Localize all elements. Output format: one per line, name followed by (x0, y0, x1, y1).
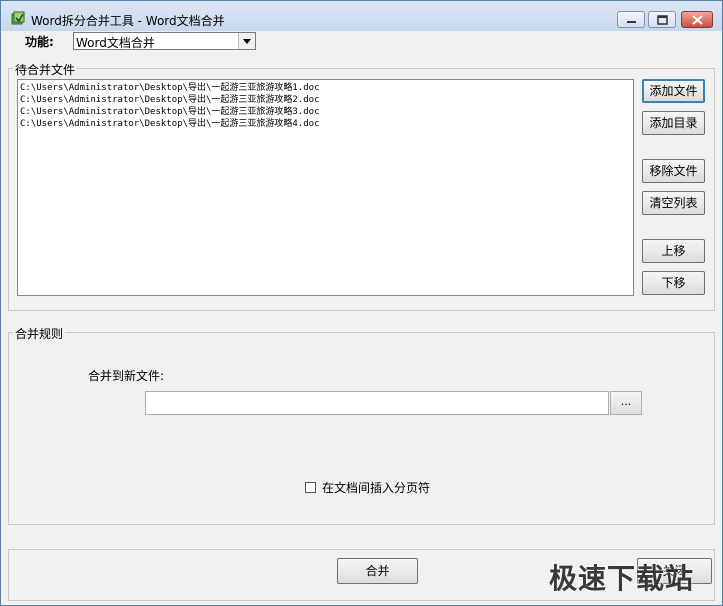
close-icon (692, 15, 703, 25)
page-break-label[interactable]: 在文档间插入分页符 (322, 479, 430, 496)
title-bar[interactable]: Word拆分合并工具 - Word文档合并 (1, 1, 722, 31)
merge-button[interactable]: 合并 (337, 558, 418, 584)
function-select[interactable]: Word文档合并 (73, 32, 256, 50)
move-up-button[interactable]: 上移 (642, 239, 705, 263)
list-item[interactable]: C:\Users\Administrator\Desktop\导出\一起游三亚旅… (20, 82, 633, 94)
close-window-button[interactable] (681, 11, 713, 28)
maximize-icon (657, 15, 668, 25)
chevron-down-icon (243, 39, 251, 44)
list-item[interactable]: C:\Users\Administrator\Desktop\导出\一起游三亚旅… (20, 94, 633, 106)
browse-button[interactable]: ... (610, 391, 642, 415)
file-list[interactable]: C:\Users\Administrator\Desktop\导出\一起游三亚旅… (17, 79, 634, 296)
rules-group (8, 332, 715, 525)
move-down-button[interactable]: 下移 (642, 271, 705, 295)
watermark-logo: 极速下载站 (549, 562, 695, 595)
window-title: Word拆分合并工具 - Word文档合并 (31, 14, 225, 28)
rules-group-legend: 合并规则 (13, 325, 66, 342)
list-item[interactable]: C:\Users\Administrator\Desktop\导出\一起游三亚旅… (20, 118, 633, 130)
function-select-value: Word文档合并 (76, 36, 155, 50)
minimize-button[interactable] (617, 11, 645, 28)
clear-list-button[interactable]: 清空列表 (642, 191, 705, 215)
function-dropdown-button[interactable] (238, 33, 255, 49)
app-icon (10, 10, 26, 26)
maximize-button[interactable] (648, 11, 676, 28)
minimize-icon (627, 21, 636, 23)
app-window: Word拆分合并工具 - Word文档合并 功能: Word文档合并 待合并文件… (0, 0, 723, 606)
add-file-button[interactable]: 添加文件 (642, 79, 705, 103)
output-path-input[interactable] (145, 391, 609, 415)
merge-to-label: 合并到新文件: (88, 369, 165, 383)
page-break-checkbox[interactable] (305, 482, 316, 493)
add-folder-button[interactable]: 添加目录 (642, 111, 705, 135)
list-item[interactable]: C:\Users\Administrator\Desktop\导出\一起游三亚旅… (20, 106, 633, 118)
function-label: 功能: (25, 35, 54, 49)
files-group-legend: 待合并文件 (13, 61, 78, 78)
remove-file-button[interactable]: 移除文件 (642, 159, 705, 183)
